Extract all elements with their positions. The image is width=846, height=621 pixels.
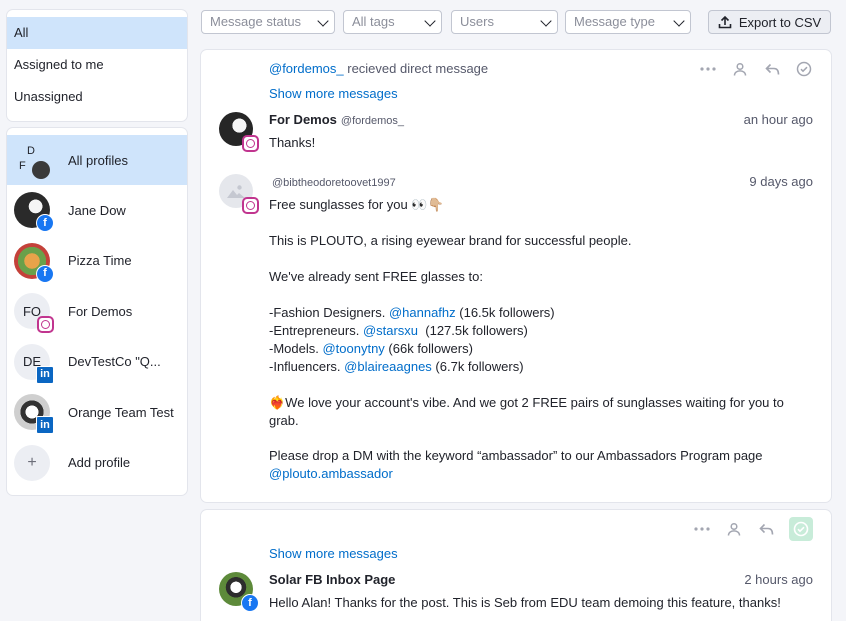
export-csv-button[interactable]: Export to CSV	[708, 10, 831, 34]
plus-icon: +	[14, 444, 50, 481]
conversation-card: @fordemos_ recieved direct message Show …	[201, 50, 831, 502]
user-icon[interactable]	[725, 520, 743, 538]
select-value: Message status	[210, 14, 302, 29]
select-value: Users	[460, 14, 494, 29]
profile-for-demos[interactable]: FO For Demos	[7, 286, 187, 337]
message-header: For Demos @fordemos_ an hour ago	[269, 112, 813, 127]
upload-icon	[718, 15, 732, 29]
sender-avatar: f	[219, 572, 259, 612]
chevron-down-icon	[673, 15, 685, 27]
user-icon[interactable]	[731, 60, 749, 78]
message-text: Thanks!	[269, 135, 316, 150]
show-more-messages-link[interactable]: Show more messages	[269, 546, 398, 561]
message-type-select[interactable]: Message type	[565, 10, 691, 34]
text-line: -Fashion Designers. @hannafhz (16.5k fol…	[269, 305, 555, 320]
text-line: ❤️‍🔥We love your account's vibe. And we …	[269, 395, 784, 428]
message-header: @bibtheodoretoovet1997 9 days ago	[269, 174, 813, 189]
chevron-down-icon	[317, 15, 329, 27]
filter-all[interactable]: All	[7, 17, 187, 49]
message-text: Hello Alan! Thanks for the post. This is…	[269, 595, 781, 610]
tags-select[interactable]: All tags	[343, 10, 442, 34]
profile-pizza-time[interactable]: f Pizza Time	[7, 236, 187, 287]
profile-label: All profiles	[68, 152, 128, 168]
mention-link[interactable]: @starsxu	[363, 323, 418, 338]
message-item: f Solar FB Inbox Page 2 hours ago Hello …	[219, 572, 813, 612]
info-handle-link[interactable]: @fordemos_	[269, 61, 344, 76]
sender-handle: @fordemos_	[340, 115, 405, 127]
conversation-info: @fordemos_ recieved direct message	[269, 61, 488, 76]
instagram-icon	[242, 135, 259, 152]
reply-icon[interactable]	[763, 60, 781, 78]
facebook-icon: f	[36, 214, 54, 233]
assignment-filter-panel: All Assigned to me Unassigned	[7, 10, 187, 121]
text-line: -Influencers. @blaireaagnes (6.7k follow…	[269, 359, 524, 374]
profile-orange-team-test[interactable]: in Orange Team Test	[7, 387, 187, 438]
card-actions	[699, 60, 813, 78]
profile-label: Pizza Time	[68, 253, 132, 269]
sender-name: Solar FB Inbox Page	[269, 572, 396, 587]
sender-avatar	[219, 174, 259, 214]
profile-label: Orange Team Test	[68, 404, 174, 420]
all-profiles-avatar: D F	[14, 142, 50, 179]
linkedin-icon: in	[36, 416, 54, 435]
sender-handle: @bibtheodoretoovet1997	[272, 177, 396, 189]
sender-avatar	[219, 112, 259, 152]
linkedin-icon: in	[36, 365, 54, 384]
message-item: For Demos @fordemos_ an hour ago Thanks!	[219, 112, 813, 152]
card-actions	[693, 517, 813, 541]
mention-link[interactable]: @blaireaagnes	[344, 359, 432, 374]
facebook-icon: f	[36, 264, 54, 283]
export-label: Export to CSV	[738, 14, 822, 30]
show-more-messages-link[interactable]: Show more messages	[269, 86, 398, 101]
conversation-card: Show more messages f Solar FB Inbox Page…	[201, 510, 831, 621]
profile-label: DevTestCo "Q...	[68, 354, 161, 370]
instagram-icon	[37, 316, 54, 334]
text-line: We've already sent FREE glasses to:	[269, 269, 483, 284]
chevron-down-icon	[540, 15, 552, 27]
select-value: Message type	[574, 14, 655, 29]
mention-link[interactable]: @hannafhz	[389, 305, 456, 320]
check-circle-icon[interactable]	[795, 60, 813, 78]
all-initial-f: F	[19, 160, 26, 172]
profile-all[interactable]: D F All profiles	[7, 135, 187, 185]
profile-label: For Demos	[68, 303, 133, 319]
text-line: -Entrepreneurs. @starsxu (127.5k followe…	[269, 323, 528, 338]
users-select[interactable]: Users	[451, 10, 558, 34]
filter-assigned-to-me[interactable]: Assigned to me	[7, 49, 187, 81]
message-time: 2 hours ago	[744, 572, 813, 587]
text-line: -Models. @toonytny (66k followers)	[269, 341, 473, 356]
reply-icon[interactable]	[757, 520, 775, 538]
text-line: Please drop a DM with the keyword “ambas…	[269, 448, 763, 463]
profile-jane-dow[interactable]: f Jane Dow	[7, 185, 187, 236]
add-profile-label: Add profile	[68, 455, 131, 471]
add-profile-button[interactable]: + Add profile	[7, 438, 187, 489]
all-initial-d: D	[27, 145, 35, 157]
mention-link[interactable]: @toonytny	[322, 341, 384, 356]
select-value: All tags	[352, 14, 395, 29]
sender-name: For Demos	[269, 112, 337, 127]
text-line: Free sunglasses for you 👀👇🏼	[269, 197, 444, 212]
small-avatar	[32, 161, 50, 179]
message-text: Free sunglasses for you 👀👇🏼 This is PLOU…	[269, 196, 813, 483]
mention-link[interactable]: @plouto.ambassador	[269, 465, 813, 483]
profiles-panel: D F All profiles f Jane Dow f Pizza Time…	[7, 128, 187, 495]
more-horizontal-icon[interactable]	[693, 520, 711, 538]
chevron-down-icon	[424, 15, 436, 27]
message-item: @bibtheodoretoovet1997 9 days ago Free s…	[219, 174, 813, 483]
info-text: recieved direct message	[343, 61, 489, 76]
profile-devtestco[interactable]: DE in DevTestCo "Q...	[7, 337, 187, 388]
message-status-select[interactable]: Message status	[201, 10, 335, 34]
message-time: an hour ago	[743, 112, 813, 127]
text-line: This is PLOUTO, a rising eyewear brand f…	[269, 233, 632, 248]
more-horizontal-icon[interactable]	[699, 60, 717, 78]
instagram-icon	[242, 197, 259, 214]
image-placeholder-icon	[227, 185, 245, 198]
message-header: Solar FB Inbox Page 2 hours ago	[269, 572, 813, 587]
filter-unassigned[interactable]: Unassigned	[7, 81, 187, 113]
profile-label: Jane Dow	[68, 202, 126, 218]
check-circle-icon[interactable]	[789, 517, 813, 541]
message-time: 9 days ago	[749, 174, 813, 189]
facebook-icon: f	[241, 594, 259, 612]
